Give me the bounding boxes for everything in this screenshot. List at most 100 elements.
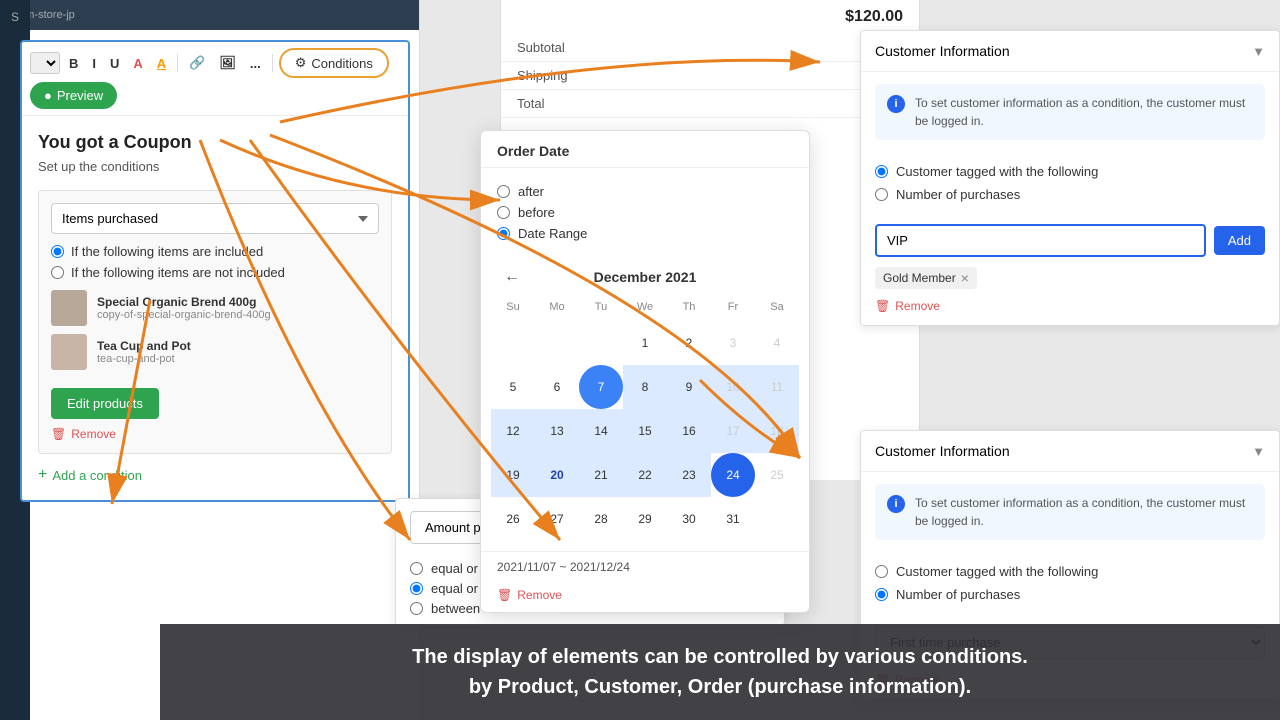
- customer-info-panel-top: Customer Information ▼ i To set customer…: [860, 30, 1280, 326]
- prev-month-btn[interactable]: ←: [497, 265, 527, 289]
- ci-option2-top[interactable]: Number of purchases: [875, 187, 1265, 202]
- eye-icon: ●: [44, 88, 52, 103]
- calendar-remove-label: Remove: [517, 588, 562, 602]
- cal-day-11[interactable]: 11: [755, 365, 799, 409]
- add-tag-button[interactable]: Add: [1214, 226, 1265, 255]
- cal-day-31[interactable]: 31: [711, 497, 755, 541]
- chevron-down-icon-top: ▼: [1252, 44, 1265, 59]
- ci-info-text-bottom: To set customer information as a conditi…: [915, 494, 1253, 530]
- setup-subtitle: Set up the conditions: [38, 159, 392, 174]
- cal-day-12[interactable]: 12: [491, 409, 535, 453]
- ci-remove-button-top[interactable]: 🗑 Remove: [861, 293, 954, 325]
- sidebar-icon-1[interactable]: S: [0, 2, 30, 32]
- before-option[interactable]: before: [497, 205, 793, 220]
- cal-day-1[interactable]: 1: [623, 321, 667, 365]
- format-select[interactable]: [30, 52, 60, 74]
- ci-radio2-top[interactable]: [875, 188, 888, 201]
- underline-btn[interactable]: U: [105, 53, 124, 74]
- caption-line2: by Product, Customer, Order (purchase in…: [190, 672, 1250, 702]
- total-row: Total: [501, 90, 919, 118]
- date-options: after before Date Range: [481, 168, 809, 257]
- amount-less-radio[interactable]: [410, 562, 423, 575]
- editor-toolbar: B I U A A 🔗 🖼 ... ⚙ Conditions ● Preview: [22, 42, 408, 116]
- highlight-btn[interactable]: A: [152, 53, 171, 74]
- vip-input-field[interactable]: [875, 224, 1206, 257]
- order-date-header: Order Date: [481, 131, 809, 168]
- cal-day-14[interactable]: 14: [579, 409, 623, 453]
- cal-day-25[interactable]: 25: [755, 453, 799, 497]
- cal-day-29[interactable]: 29: [623, 497, 667, 541]
- day-header-mo: Mo: [535, 297, 579, 317]
- cal-day-9[interactable]: 9: [667, 365, 711, 409]
- amount-between-radio[interactable]: [410, 602, 423, 615]
- cal-day-17[interactable]: 17: [711, 409, 755, 453]
- image-btn[interactable]: 🖼: [214, 52, 241, 74]
- cal-day-4[interactable]: 4: [755, 321, 799, 365]
- cal-day-27[interactable]: 27: [535, 497, 579, 541]
- cal-day-3[interactable]: 3: [711, 321, 755, 365]
- edit-products-button[interactable]: Edit products: [51, 388, 159, 419]
- ci-option1-top[interactable]: Customer tagged with the following: [875, 164, 1265, 179]
- ci-option2-bottom[interactable]: Number of purchases: [875, 587, 1265, 602]
- cal-day-7[interactable]: 7: [579, 365, 623, 409]
- color-btn[interactable]: A: [128, 53, 147, 74]
- ci-option1-label-bottom: Customer tagged with the following: [896, 564, 1098, 579]
- cal-day-15[interactable]: 15: [623, 409, 667, 453]
- date-range-radio[interactable]: [497, 227, 510, 240]
- tag-row: Gold Member ×: [861, 263, 1279, 293]
- include-radio[interactable]: [51, 245, 64, 258]
- calendar-nav: ← December 2021 →: [481, 257, 809, 297]
- after-radio[interactable]: [497, 185, 510, 198]
- condition-type-dropdown[interactable]: Items purchased Amount purchased Number …: [51, 203, 379, 234]
- cal-day-6[interactable]: 6: [535, 365, 579, 409]
- product-slug-2: tea-cup-and-pot: [97, 353, 191, 365]
- cal-day-10[interactable]: 10: [711, 365, 755, 409]
- exclude-radio-item[interactable]: If the following items are not included: [51, 265, 379, 280]
- cal-day-22[interactable]: 22: [623, 453, 667, 497]
- cal-day-18[interactable]: 18: [755, 409, 799, 453]
- cal-day-28[interactable]: 28: [579, 497, 623, 541]
- calendar-remove-button[interactable]: 🗑 Remove: [481, 582, 578, 612]
- cal-day-23[interactable]: 23: [667, 453, 711, 497]
- conditions-button[interactable]: ⚙ Conditions: [279, 48, 389, 78]
- gold-member-tag: Gold Member ×: [875, 267, 977, 289]
- month-title: December 2021: [594, 269, 697, 285]
- cal-week-1: 1 2 3 4: [491, 321, 799, 365]
- caption-bar: The display of elements can be controlle…: [160, 624, 1280, 720]
- bold-btn[interactable]: B: [64, 53, 83, 74]
- include-radio-item[interactable]: If the following items are included: [51, 244, 379, 259]
- cal-day-21[interactable]: 21: [579, 453, 623, 497]
- cal-day-8[interactable]: 8: [623, 365, 667, 409]
- before-radio[interactable]: [497, 206, 510, 219]
- ci-radio1-bottom[interactable]: [875, 565, 888, 578]
- after-option[interactable]: after: [497, 184, 793, 199]
- day-header-we: We: [623, 297, 667, 317]
- cal-day-30[interactable]: 30: [667, 497, 711, 541]
- cal-day-20[interactable]: 20: [535, 453, 579, 497]
- gear-icon: ⚙: [295, 55, 307, 71]
- exclude-radio[interactable]: [51, 266, 64, 279]
- more-btn[interactable]: ...: [245, 53, 266, 74]
- date-range-option[interactable]: Date Range: [497, 226, 793, 241]
- preview-button[interactable]: ● Preview: [30, 82, 117, 109]
- add-condition-button[interactable]: + Add a condition: [38, 466, 142, 484]
- cal-day-26[interactable]: 26: [491, 497, 535, 541]
- ci-option1-label-top: Customer tagged with the following: [896, 164, 1098, 179]
- ci-radio2-bottom[interactable]: [875, 588, 888, 601]
- cal-day-2[interactable]: 2: [667, 321, 711, 365]
- cal-day-13[interactable]: 13: [535, 409, 579, 453]
- link-btn[interactable]: 🔗: [184, 52, 210, 74]
- ci-radio1-top[interactable]: [875, 165, 888, 178]
- remove-condition-button[interactable]: 🗑 Remove: [51, 427, 116, 441]
- day-header-sa: Sa: [755, 297, 799, 317]
- ci-option1-bottom[interactable]: Customer tagged with the following: [875, 564, 1265, 579]
- cal-day-24[interactable]: 24: [711, 453, 755, 497]
- cal-day-5[interactable]: 5: [491, 365, 535, 409]
- cal-day-19[interactable]: 19: [491, 453, 535, 497]
- tag-remove-btn[interactable]: ×: [961, 270, 969, 286]
- conditions-label: Conditions: [311, 56, 372, 71]
- italic-btn[interactable]: I: [87, 53, 101, 74]
- amount-greater-radio[interactable]: [410, 582, 423, 595]
- editor-content: You got a Coupon Set up the conditions I…: [22, 116, 408, 500]
- cal-day-16[interactable]: 16: [667, 409, 711, 453]
